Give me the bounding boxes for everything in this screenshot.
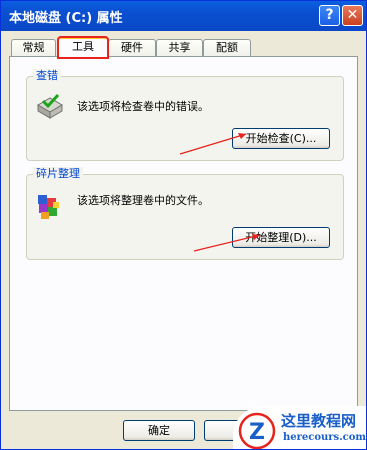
tab-strip: 常规 工具 硬件 共享 配额: [1, 36, 366, 59]
defrag-description: 该选项将整理卷中的文件。: [77, 194, 209, 207]
tab-quota[interactable]: 配额: [203, 39, 251, 57]
watermark-url: herecours.com: [283, 432, 367, 443]
disk-check-icon: [37, 93, 63, 119]
watermark-logo-icon: Z: [238, 412, 276, 449]
watermark-logo-letter: Z: [249, 420, 265, 445]
tab-tools[interactable]: 工具: [57, 36, 109, 59]
annotation-arrow-defrag: [193, 234, 261, 252]
tab-hardware[interactable]: 硬件: [108, 39, 156, 57]
watermark-title: 这里教程网: [281, 412, 357, 430]
site-watermark: Z 这里教程网 herecours.com: [233, 406, 367, 449]
defrag-group-label: 碎片整理: [33, 167, 83, 181]
defrag-group: 碎片整理 该选项将整理卷中的文件。 开始整理(D)...: [26, 167, 344, 260]
tab-panel-tools: 查错 该选项将检查卷中的错误。 开始检查(C)... 碎片整理 该选项将整理卷中…: [9, 56, 358, 411]
tab-sharing[interactable]: 共享: [156, 39, 203, 57]
error-check-description: 该选项将检查卷中的错误。: [77, 100, 209, 113]
close-button[interactable]: ✕: [342, 5, 363, 26]
close-icon: ✕: [346, 7, 359, 23]
tab-general[interactable]: 常规: [11, 39, 56, 57]
annotation-arrow-check: [179, 133, 247, 155]
error-check-group-label: 查错: [33, 69, 61, 83]
title-bar[interactable]: 本地磁盘 (C:) 属性 ? ✕: [1, 1, 366, 31]
help-icon: ?: [325, 7, 334, 23]
ok-button[interactable]: 确定: [123, 420, 195, 441]
defrag-icon: [38, 195, 59, 219]
properties-window: 本地磁盘 (C:) 属性 ? ✕ 常规 工具 硬件 共享 配额 查错 该选项将检…: [0, 0, 367, 450]
window-title: 本地磁盘 (C:) 属性: [9, 11, 123, 26]
help-button[interactable]: ?: [319, 5, 340, 26]
